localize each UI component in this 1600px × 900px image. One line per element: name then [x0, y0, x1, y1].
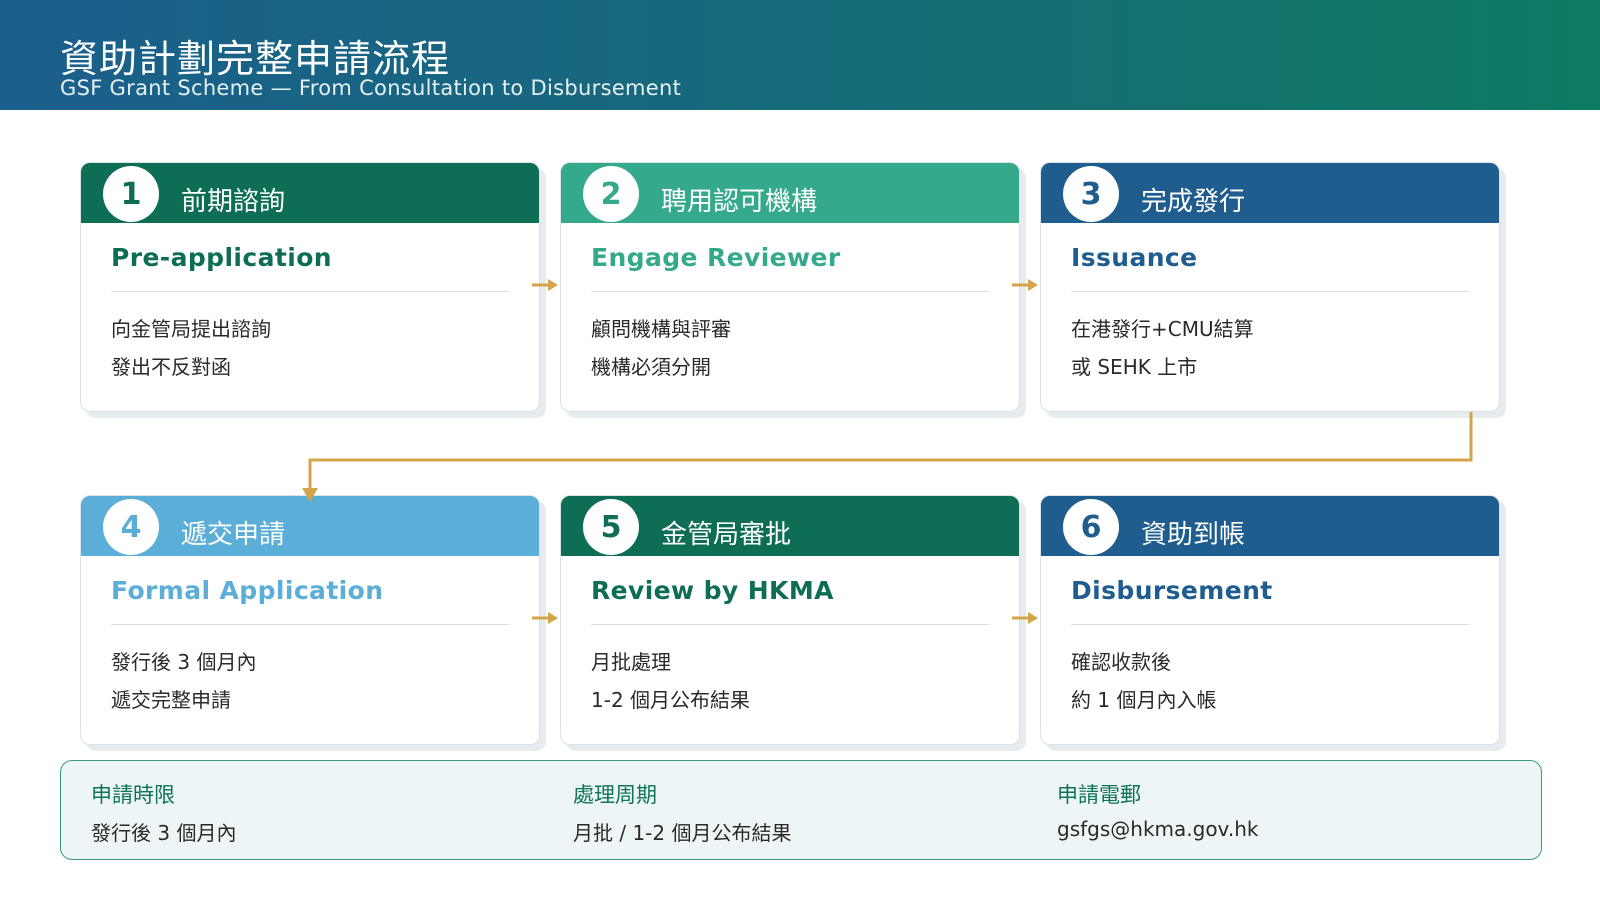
step-desc-line: 向金管局提出諮詢 — [111, 317, 271, 341]
step-title-en: Review by HKMA — [591, 576, 834, 605]
header-banner: 資助計劃完整申請流程 GSF Grant Scheme — From Consu… — [0, 0, 1600, 110]
info-label: 申請時限 — [91, 783, 175, 807]
step-title-zh: 金管局審批 — [661, 520, 792, 550]
step-title-en: Pre-application — [111, 243, 332, 272]
arrow-right-icon — [532, 612, 558, 624]
step-desc-line: 發出不反對函 — [111, 355, 231, 379]
info-panel: 申請時限 發行後 3 個月內 處理周期 月批 / 1-2 個月公布結果 申請電郵… — [60, 760, 1542, 860]
divider — [111, 624, 509, 625]
step-desc-line: 1-2 個月公布結果 — [591, 688, 751, 712]
step-desc-line: 發行後 3 個月內 — [111, 650, 257, 674]
step-title-en: Formal Application — [111, 576, 384, 605]
step-number-badge: 6 — [1063, 499, 1119, 555]
step-desc-line: 在港發行+CMU結算 — [1071, 317, 1254, 341]
step-card-5: 5 金管局審批 Review by HKMA 月批處理 1-2 個月公布結果 — [560, 495, 1020, 745]
step-title-en: Issuance — [1071, 243, 1198, 272]
step-card-4: 4 遞交申請 Formal Application 發行後 3 個月內 遞交完整… — [80, 495, 540, 745]
divider — [1071, 291, 1469, 292]
arrow-right-icon — [1012, 279, 1038, 291]
step-title-en: Engage Reviewer — [591, 243, 841, 272]
step-desc-line: 月批處理 — [591, 650, 671, 674]
divider — [1071, 624, 1469, 625]
divider — [591, 624, 989, 625]
info-value: 發行後 3 個月內 — [91, 821, 237, 845]
step-desc-line: 遞交完整申請 — [111, 688, 231, 712]
step-title-zh: 聘用認可機構 — [661, 187, 818, 217]
step-desc-line: 約 1 個月內入帳 — [1071, 688, 1217, 712]
step-number-badge: 1 — [103, 166, 159, 222]
divider — [591, 291, 989, 292]
step-title-zh: 資助到帳 — [1141, 520, 1246, 550]
step-number-badge: 2 — [583, 166, 639, 222]
info-label: 申請電郵 — [1057, 783, 1141, 807]
step-card-1: 1 前期諮詢 Pre-application 向金管局提出諮詢 發出不反對函 — [80, 162, 540, 412]
info-label: 處理周期 — [573, 783, 657, 807]
step-desc-line: 或 SEHK 上市 — [1071, 355, 1198, 379]
step-desc-line: 顧問機構與評審 — [591, 317, 731, 341]
info-email: 申請電郵 gsfgs@hkma.gov.hk — [1057, 779, 1258, 841]
step-title-zh: 完成發行 — [1141, 187, 1246, 217]
step-number-badge: 4 — [103, 499, 159, 555]
arrow-right-icon — [1012, 612, 1038, 624]
info-value: 月批 / 1-2 個月公布結果 — [573, 821, 792, 845]
step-card-3: 3 完成發行 Issuance 在港發行+CMU結算 或 SEHK 上市 — [1040, 162, 1500, 412]
step-title-en: Disbursement — [1071, 576, 1273, 605]
step-number-badge: 3 — [1063, 166, 1119, 222]
step-desc-line: 機構必須分開 — [591, 355, 711, 379]
step-card-6: 6 資助到帳 Disbursement 確認收款後 約 1 個月內入帳 — [1040, 495, 1500, 745]
step-desc-line: 確認收款後 — [1071, 650, 1171, 674]
step-card-2: 2 聘用認可機構 Engage Reviewer 顧問機構與評審 機構必須分開 — [560, 162, 1020, 412]
page-subtitle: GSF Grant Scheme — From Consultation to … — [60, 76, 682, 100]
step-title-zh: 遞交申請 — [181, 520, 286, 550]
info-cycle: 處理周期 月批 / 1-2 個月公布結果 — [573, 779, 791, 846]
divider — [111, 291, 509, 292]
arrow-right-icon — [532, 279, 558, 291]
info-email-link[interactable]: gsfgs@hkma.gov.hk — [1057, 817, 1258, 841]
step-number-badge: 5 — [583, 499, 639, 555]
step-title-zh: 前期諮詢 — [181, 187, 286, 217]
page-title: 資助計劃完整申請流程 — [60, 37, 451, 81]
info-deadline: 申請時限 發行後 3 個月內 — [91, 779, 236, 846]
